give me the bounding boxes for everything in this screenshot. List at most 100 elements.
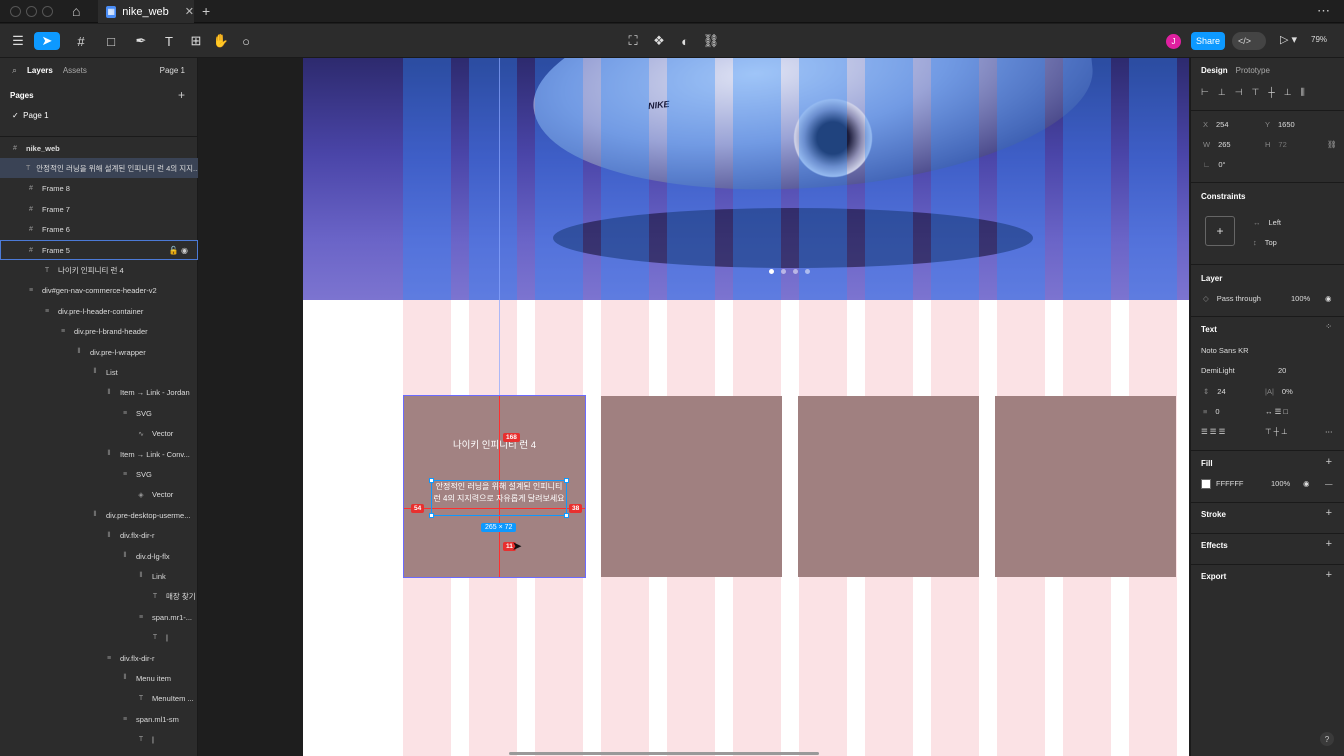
layer-row[interactable]: T MenuItem ... xyxy=(0,689,198,709)
add-effect-button[interactable]: + xyxy=(1326,538,1332,550)
help-button[interactable]: ? xyxy=(1320,732,1334,746)
font-size-field[interactable]: 20 xyxy=(1278,366,1286,375)
card-description[interactable]: 안정적인 러닝을 위해 설계된 인피니티 런 4의 지지력으로 자유롭게 달려보… xyxy=(431,480,567,516)
window-minimize-dot[interactable] xyxy=(26,6,37,17)
carousel-dot[interactable] xyxy=(805,269,810,274)
resize-handle[interactable] xyxy=(429,513,434,518)
dev-mode-toggle[interactable]: </> xyxy=(1232,32,1266,50)
resize-handle[interactable] xyxy=(564,513,569,518)
text-styles-icon[interactable]: ⁘ xyxy=(1325,322,1332,331)
font-family-select[interactable]: Noto Sans KR xyxy=(1201,346,1249,355)
letter-spacing-field[interactable]: |A| 0% xyxy=(1265,387,1293,396)
opacity-field[interactable]: 100% xyxy=(1291,294,1310,303)
home-icon[interactable]: ⌂ xyxy=(72,3,88,19)
text-tool-icon[interactable]: T xyxy=(160,32,178,50)
layer-row[interactable]: ⫴ div.d-lg-flx xyxy=(0,546,198,566)
layer-row[interactable]: ≡ div#gen-nav-commerce-header-v2 xyxy=(0,281,198,301)
product-card-frame-8[interactable] xyxy=(995,396,1176,577)
product-card-frame-7[interactable] xyxy=(798,396,979,577)
layer-row[interactable]: ⫴ Link xyxy=(0,566,198,586)
layer-row[interactable]: T 안정적인 러닝을 위해 설계된 인피니티 런 4의 지지... xyxy=(0,158,198,179)
new-tab-button[interactable]: + xyxy=(202,3,210,19)
rectangle-tool-icon[interactable]: □ xyxy=(100,32,122,50)
component-icon[interactable]: ❖ xyxy=(650,32,668,50)
comment-tool-icon[interactable]: ○ xyxy=(237,32,255,50)
nike-web-frame[interactable]: NIKE 나이키 인피니티 런 4 168 안정적인 러닝을 위해 설계된 인피… xyxy=(303,58,1189,756)
layer-row[interactable]: ≡ div.pre-l-header-container xyxy=(0,301,198,321)
main-menu-icon[interactable]: ☰ xyxy=(8,32,28,50)
y-field[interactable]: Y 1650 xyxy=(1265,120,1295,129)
product-card-frame-6[interactable] xyxy=(601,396,782,577)
carousel-dot[interactable] xyxy=(781,269,786,274)
layer-row[interactable]: # Frame 5 🔓 ◉ xyxy=(0,240,198,260)
add-page-button[interactable]: + xyxy=(178,88,185,102)
crop-icon[interactable]: ⛶ xyxy=(624,32,642,50)
layer-row[interactable]: T | xyxy=(0,730,198,750)
fill-visibility-icon[interactable]: ◉ xyxy=(1303,479,1310,488)
window-zoom-dot[interactable] xyxy=(42,6,53,17)
horizontal-constraint-select[interactable]: ↔ Left xyxy=(1253,218,1281,227)
layer-row[interactable]: ⫴ Item → Link - Conv... xyxy=(0,444,198,464)
horizontal-scrollbar[interactable] xyxy=(509,752,819,755)
move-tool-icon[interactable]: ➤ xyxy=(34,32,60,50)
hand-tool-icon[interactable]: ✋ xyxy=(212,32,230,50)
close-tab-icon[interactable]: ✕ xyxy=(185,5,194,18)
text-align-controls[interactable]: ☰ ☰ ☰ xyxy=(1201,427,1225,436)
carousel-dots[interactable] xyxy=(769,269,810,274)
link-icon[interactable]: ⛓ xyxy=(702,32,720,50)
tab-layers[interactable]: Layers xyxy=(27,66,53,75)
add-fill-button[interactable]: + xyxy=(1326,456,1332,468)
layer-row[interactable]: ≡ span.ml1-sm xyxy=(0,709,198,729)
carousel-dot[interactable] xyxy=(769,269,774,274)
layer-row[interactable]: ∿ Vector xyxy=(0,424,198,444)
layer-row[interactable]: ⫴ Menu item xyxy=(0,668,198,688)
align-left-icon[interactable]: ⊢ xyxy=(1201,87,1209,98)
align-center-h-icon[interactable]: ⊥ xyxy=(1218,87,1226,98)
page-item[interactable]: ✓ Page 1 xyxy=(12,111,49,120)
share-button[interactable]: Share xyxy=(1191,32,1225,50)
auto-width-icon[interactable]: ↔ ☰ □ xyxy=(1265,407,1288,416)
visibility-eye-icon[interactable]: ◉ xyxy=(1325,294,1332,303)
pen-tool-icon[interactable]: ✒ xyxy=(130,32,152,50)
more-type-options-icon[interactable]: ⋯ xyxy=(1325,427,1333,436)
align-right-icon[interactable]: ⊣ xyxy=(1235,87,1243,98)
layer-row[interactable]: ≡ SVG xyxy=(0,403,198,423)
avatar[interactable]: J xyxy=(1166,34,1181,49)
constrain-proportions-icon[interactable]: ⛓ xyxy=(1327,140,1337,149)
layer-row[interactable]: # Frame 6 xyxy=(0,220,198,240)
distribute-icon[interactable]: ⫼ xyxy=(1301,87,1305,98)
align-center-v-icon[interactable]: ┼ xyxy=(1268,87,1274,98)
layer-row[interactable]: T 매장 찾기 xyxy=(0,587,198,607)
canvas[interactable]: NIKE 나이키 인피니티 런 4 168 안정적인 러닝을 위해 설계된 인피… xyxy=(199,58,1189,756)
more-options-icon[interactable]: ⋯ xyxy=(1317,3,1330,19)
resize-handle[interactable] xyxy=(564,478,569,483)
fill-hex-field[interactable]: FFFFFF xyxy=(1216,479,1244,488)
carousel-dot[interactable] xyxy=(793,269,798,274)
blend-mode-select[interactable]: ◇ Pass through xyxy=(1203,294,1261,303)
tab-design[interactable]: Design xyxy=(1201,66,1228,75)
vertical-align-controls[interactable]: ⊤ ┼ ⊥ xyxy=(1265,427,1288,436)
resources-icon[interactable]: ⊞ xyxy=(187,32,205,50)
constraints-widget[interactable]: + xyxy=(1205,216,1235,246)
align-bottom-icon[interactable]: ⊥ xyxy=(1284,87,1292,98)
line-height-field[interactable]: ⇕ 24 xyxy=(1203,387,1226,396)
paragraph-spacing-field[interactable]: ≡ 0 xyxy=(1203,407,1220,416)
zoom-level[interactable]: 79% xyxy=(1311,35,1327,44)
search-icon[interactable]: ⌕ xyxy=(12,65,17,76)
lock-visibility-icon[interactable]: 🔓 ◉ xyxy=(169,246,188,255)
layer-row[interactable]: # Frame 7 xyxy=(0,199,198,219)
layer-row[interactable]: ⫴ List xyxy=(0,362,198,382)
add-export-button[interactable]: + xyxy=(1326,569,1332,581)
layer-row[interactable]: ≡ div.pre-l-brand-header xyxy=(0,322,198,342)
present-icon[interactable]: ▷ ▾ xyxy=(1280,33,1297,46)
page-selector[interactable]: Page 1 xyxy=(160,66,185,75)
frame-tool-icon[interactable]: # xyxy=(70,32,92,50)
layer-row[interactable]: ≡ span.mr1-... xyxy=(0,607,198,627)
layer-row[interactable]: T 나이키 인피니티 런 4 xyxy=(0,260,198,280)
contrast-icon[interactable]: ◐ xyxy=(676,32,694,50)
layer-row[interactable]: ≡ div.flx-dir-r xyxy=(0,648,198,668)
layer-row[interactable]: # Frame 8 xyxy=(0,179,198,199)
tab-assets[interactable]: Assets xyxy=(63,66,87,75)
window-close-dot[interactable] xyxy=(10,6,21,17)
align-top-icon[interactable]: ⊤ xyxy=(1252,87,1260,98)
